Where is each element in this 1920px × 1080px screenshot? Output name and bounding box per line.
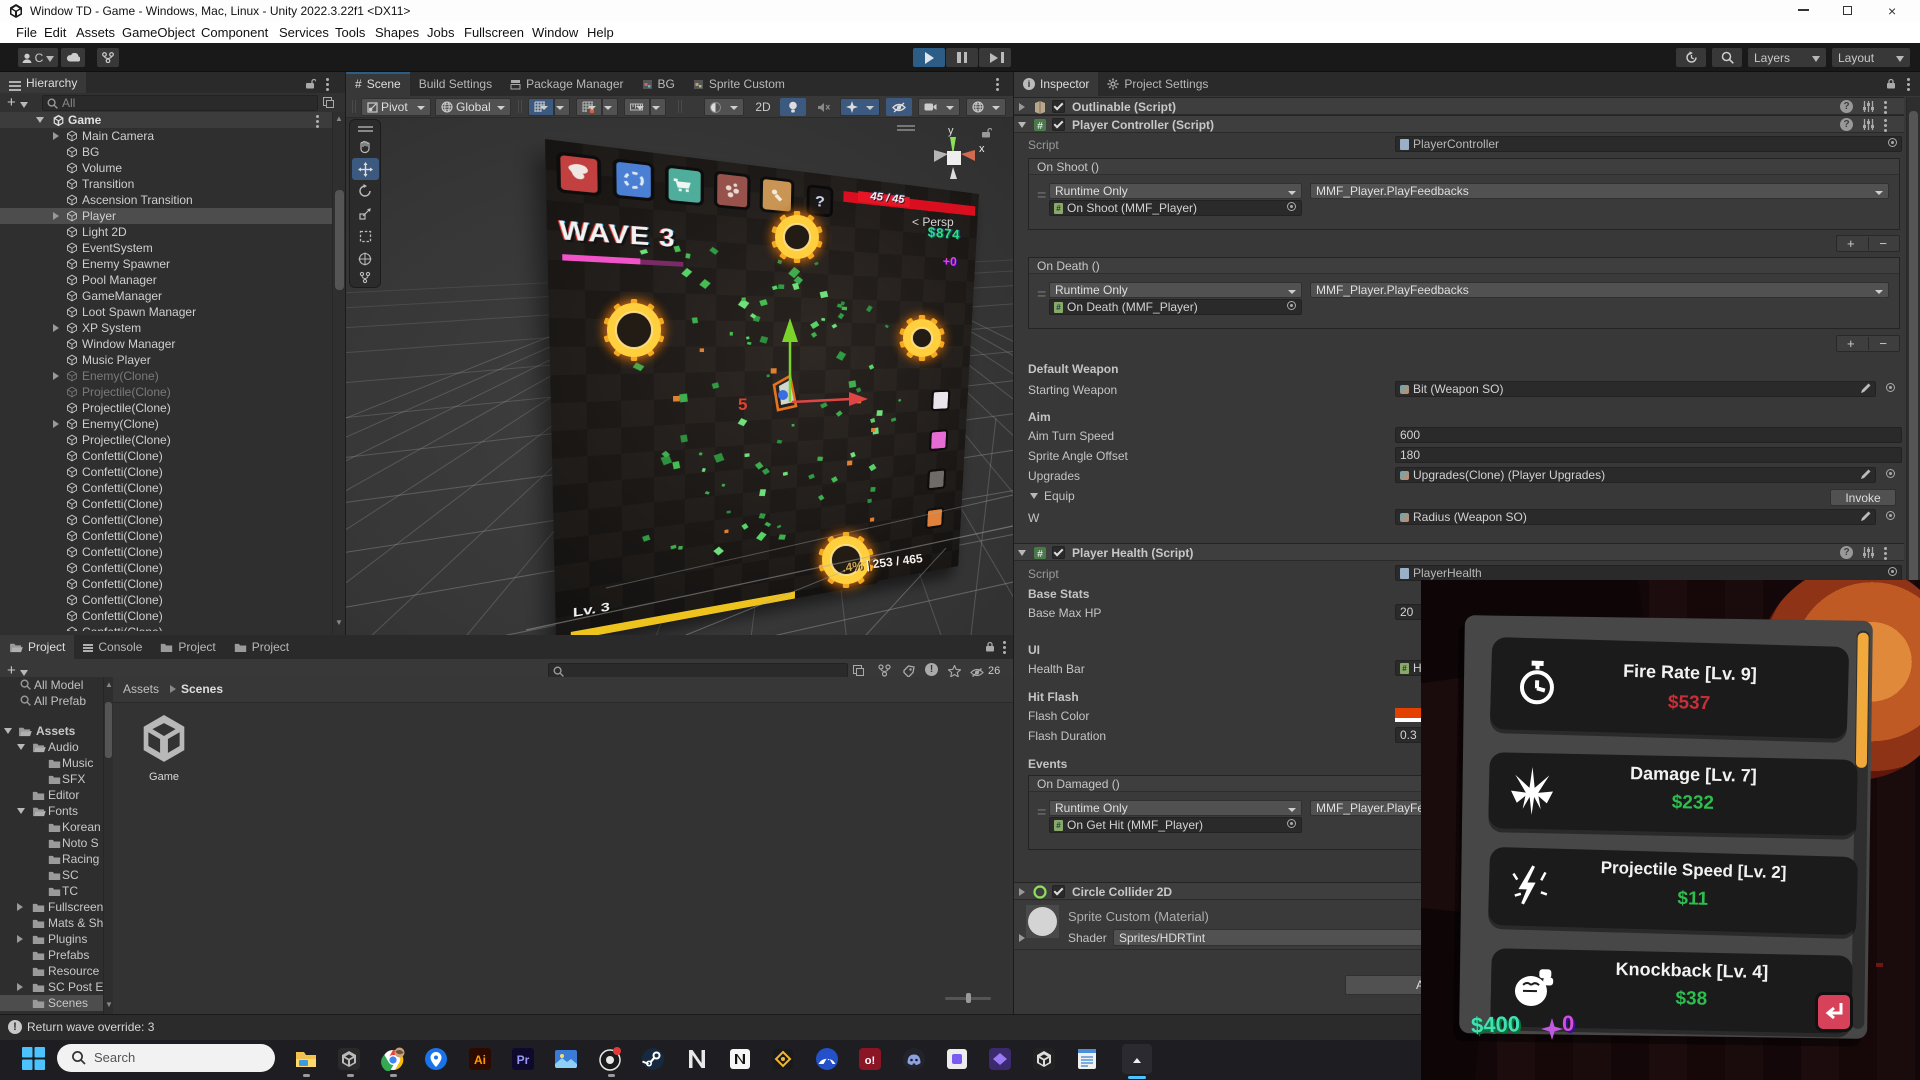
svg-text:Pr: Pr <box>517 1053 530 1067</box>
svg-text:#: # <box>1037 549 1043 560</box>
svg-text:#: # <box>1037 121 1043 132</box>
svg-text:o!: o! <box>865 1055 875 1067</box>
svg-text:Ai: Ai <box>474 1053 486 1067</box>
svg-text:5: 5 <box>738 395 747 414</box>
